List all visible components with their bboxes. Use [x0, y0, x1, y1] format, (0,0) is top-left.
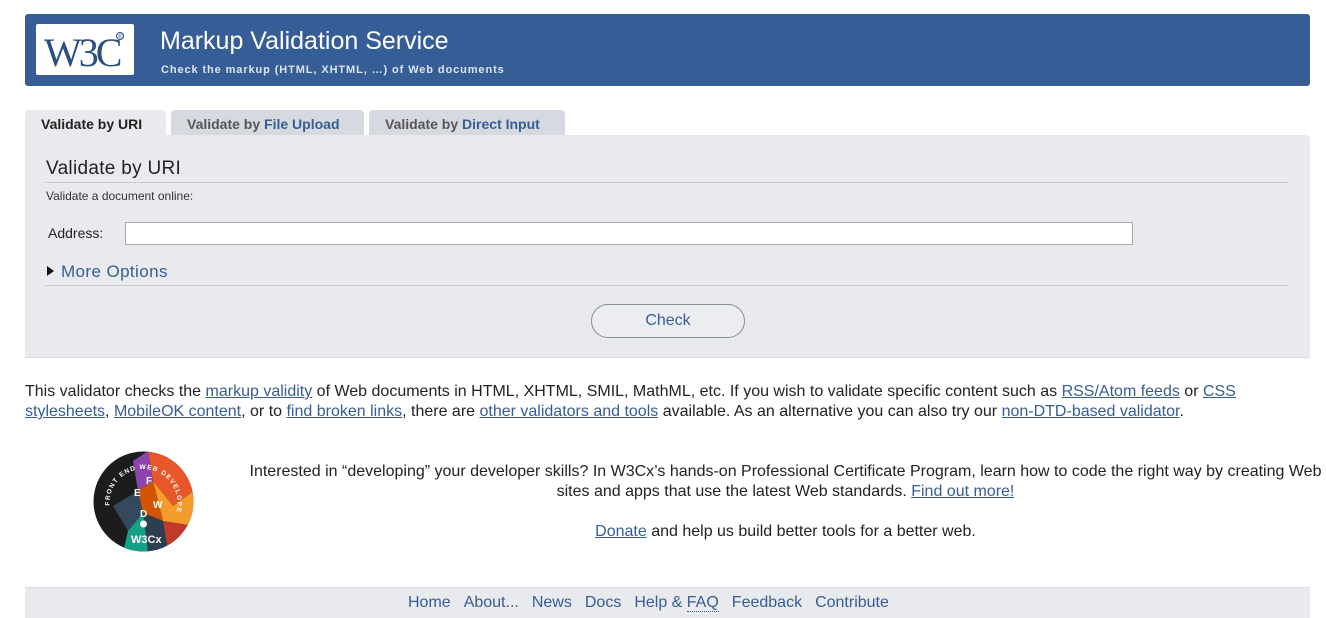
find-out-more-link[interactable]: Find out more! — [911, 483, 1014, 500]
find-broken-links-link[interactable]: find broken links — [286, 403, 402, 420]
w3c-logo-text: W3C — [44, 30, 121, 75]
footer-link-feedback[interactable]: Feedback — [732, 594, 802, 611]
header-banner: W3C ® Markup Validation Service Check th… — [25, 14, 1310, 86]
non-dtd-validator-link[interactable]: non-DTD-based validator — [1002, 403, 1180, 420]
validator-description: This validator checks the markup validit… — [25, 382, 1315, 422]
footer-link-news[interactable]: News — [532, 594, 572, 611]
badge-w3cx-text: W3Cx — [131, 534, 162, 546]
footer-link-docs[interactable]: Docs — [585, 594, 621, 611]
footer-nav: Home About... News Docs Help & FAQ Feedback Co… — [408, 594, 902, 612]
intro-text-8: . — [1179, 403, 1184, 420]
tab-label-highlight: URI — [118, 116, 143, 132]
check-button[interactable]: Check — [591, 304, 745, 338]
intro-text-3: or — [1179, 383, 1203, 400]
footer-link-home[interactable]: Home — [408, 594, 451, 611]
mobileok-content-link[interactable]: MobileOK content — [114, 403, 241, 420]
tab-validate-by-direct-input[interactable]: Validate by Direct Input — [369, 110, 565, 135]
promo-body: Interested in “developing” your develope… — [249, 463, 1322, 500]
tab-label-highlight: File Upload — [264, 116, 340, 132]
page-title: Markup Validation Service — [160, 27, 449, 55]
tab-validate-by-file-upload[interactable]: Validate by File Upload — [171, 110, 364, 135]
validate-by-uri-panel: Validate by URI Validate a document onli… — [25, 135, 1310, 358]
more-options-label: More Options — [61, 262, 168, 281]
intro-text-4: , — [105, 403, 114, 420]
badge-letter-e: E — [134, 488, 141, 499]
front-end-developer-badge-icon: FRONT END WEB DEVELOPER F E W D W3Cx — [90, 446, 194, 552]
more-options-toggle[interactable]: More Options — [47, 262, 168, 282]
intro-text-1: This validator checks the — [25, 383, 206, 400]
page-subtitle: Check the markup (HTML, XHTML, …) of Web… — [161, 64, 505, 76]
tab-label-prefix: Validate by — [385, 116, 463, 132]
other-validators-link[interactable]: other validators and tools — [479, 403, 658, 420]
donate-text: and help us build better tools for a bet… — [646, 523, 976, 540]
caret-right-icon — [47, 266, 54, 276]
intro-text-7: available. As an alternative you can als… — [658, 403, 1002, 420]
intro-text-6: , there are — [402, 403, 480, 420]
w3cx-badge[interactable]: FRONT END WEB DEVELOPER F E W D W3Cx — [90, 446, 194, 552]
markup-validity-link[interactable]: markup validity — [206, 383, 313, 400]
panel-intro-text: Validate a document online: — [46, 189, 194, 203]
tab-label-highlight: Direct Input — [462, 116, 540, 132]
w3c-logo[interactable]: W3C ® — [36, 24, 134, 75]
footer-link-contribute[interactable]: Contribute — [815, 594, 889, 611]
tab-label-prefix: Validate by — [41, 116, 119, 132]
footer-help-label: Help & — [634, 594, 687, 611]
promo-text: Interested in “developing” your develope… — [248, 462, 1323, 502]
footer-faq-label: FAQ — [686, 594, 719, 612]
address-label: Address: — [48, 225, 104, 241]
rss-atom-feeds-link[interactable]: RSS/Atom feeds — [1062, 383, 1180, 400]
badge-letter-d: D — [140, 509, 147, 520]
intro-text-5: , or to — [241, 403, 287, 420]
panel-title: Validate by URI — [46, 158, 182, 179]
badge-letter-f: F — [146, 476, 152, 487]
badge-letter-w: W — [153, 500, 163, 511]
donate-link[interactable]: Donate — [595, 523, 647, 540]
footer-link-about[interactable]: About... — [464, 594, 519, 611]
donate-line: Donate and help us build better tools fo… — [248, 522, 1323, 542]
options-divider — [45, 285, 1289, 286]
footer-link-help-faq[interactable]: Help & FAQ — [634, 594, 719, 612]
tab-label-prefix: Validate by — [187, 116, 265, 132]
intro-text-2: of Web documents in HTML, XHTML, SMIL, M… — [312, 383, 1062, 400]
w3c-logo-icon: W3C ® — [44, 30, 124, 75]
address-input[interactable] — [125, 222, 1133, 245]
tab-validate-by-uri[interactable]: Validate by URI — [25, 110, 166, 136]
panel-divider — [45, 182, 1289, 183]
svg-text:®: ® — [118, 34, 123, 41]
